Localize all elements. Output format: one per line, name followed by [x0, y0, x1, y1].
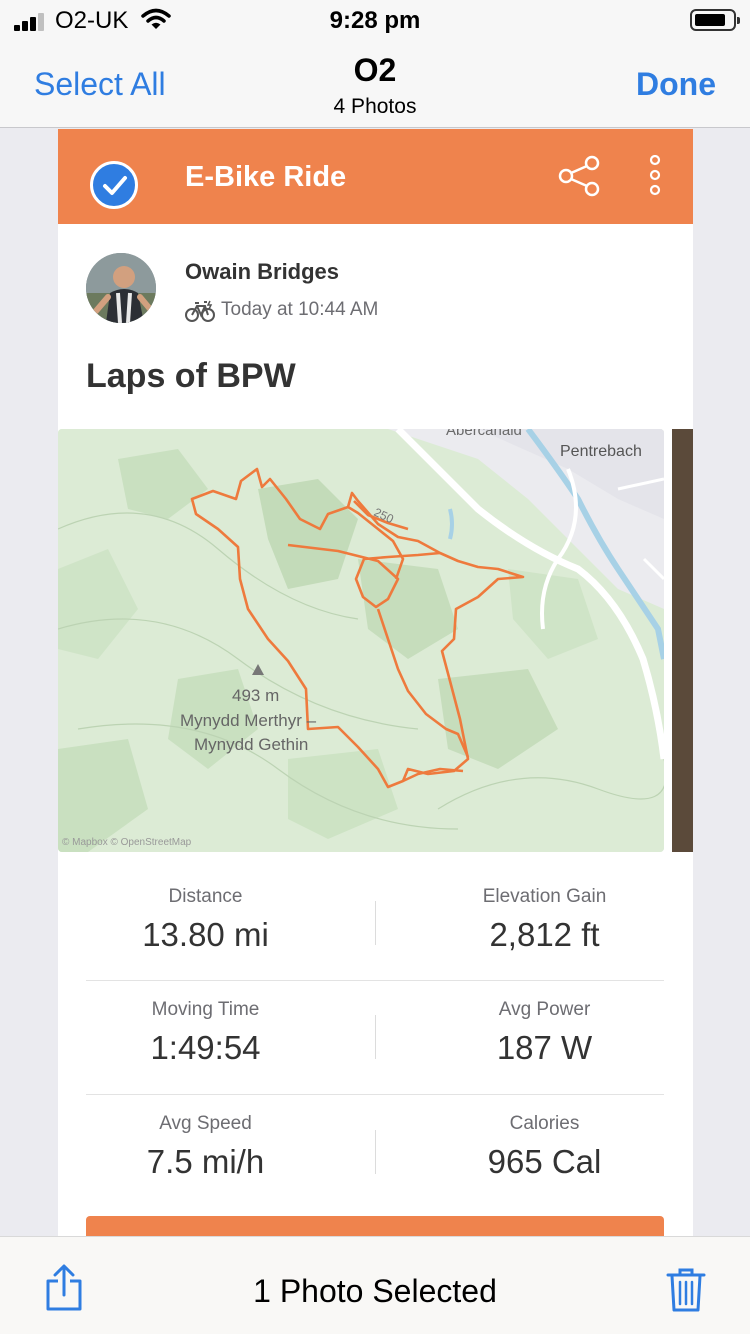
- route-map[interactable]: Abercanaid Pentrebach 493 m Mynydd Merth…: [58, 429, 664, 852]
- activity-time: Today at 10:44 AM: [221, 299, 379, 320]
- map-label-town: Pentrebach: [560, 443, 642, 460]
- done-button[interactable]: Done: [636, 66, 716, 103]
- stat-moving-time: Moving Time 1:49:54: [58, 999, 353, 1067]
- map-label-elevation: 493 m: [232, 686, 279, 705]
- map-label-peak: Mynydd Merthyr –: [180, 711, 317, 730]
- stat-elevation-gain: Elevation Gain 2,812 ft: [397, 886, 692, 954]
- more-vertical-icon[interactable]: [648, 155, 662, 197]
- status-bar: O2-UK 9:28 pm: [0, 0, 750, 40]
- stat-value: 187 W: [496, 1029, 593, 1066]
- status-time: 9:28 pm: [329, 7, 421, 34]
- stat-label: Avg Power: [498, 999, 591, 1020]
- battery-icon: [690, 9, 740, 31]
- bike-icon: [185, 300, 215, 322]
- stat-value: 1:49:54: [150, 1029, 261, 1066]
- selected-photo[interactable]: E-Bike Ride Owain Bridges Today at 10:44…: [58, 129, 693, 1239]
- stat-label: Avg Speed: [159, 1113, 252, 1134]
- stat-divider: [375, 901, 376, 945]
- stat-label: Calories: [509, 1113, 580, 1134]
- selection-count-label: 1 Photo Selected: [253, 1273, 497, 1309]
- stat-avg-power: Avg Power 187 W: [397, 999, 692, 1067]
- activity-name: Laps of BPW: [86, 357, 296, 395]
- athlete-name[interactable]: Owain Bridges: [185, 259, 339, 285]
- stat-label: Moving Time: [151, 999, 260, 1020]
- stat-divider: [375, 1015, 376, 1059]
- stat-distance: Distance 13.80 mi: [58, 886, 353, 954]
- activity-header: E-Bike Ride: [58, 129, 693, 224]
- map-label-peak: Mynydd Gethin: [194, 735, 308, 754]
- row-divider: [86, 1094, 664, 1095]
- stat-divider: [375, 1130, 376, 1174]
- navigation-bar: Select All O2 4 Photos Done: [0, 40, 750, 128]
- map-attribution: © Mapbox © OpenStreetMap: [62, 837, 192, 848]
- stat-avg-speed: Avg Speed 7.5 mi/h: [58, 1113, 353, 1181]
- share-icon[interactable]: [558, 155, 600, 197]
- row-divider: [86, 980, 664, 981]
- checkmark-icon: [103, 176, 127, 195]
- stat-label: Distance: [168, 886, 243, 907]
- next-photo-preview: [672, 429, 693, 852]
- stat-value: 965 Cal: [487, 1143, 602, 1180]
- activity-type-title: E-Bike Ride: [185, 161, 347, 193]
- trash-icon[interactable]: [666, 1267, 706, 1313]
- stat-calories: Calories 965 Cal: [397, 1113, 692, 1181]
- selection-checkmark[interactable]: [90, 161, 138, 209]
- map-label-town: Abercanaid: [446, 429, 522, 439]
- bottom-toolbar: 1 Photo Selected: [0, 1236, 750, 1334]
- avatar[interactable]: [86, 253, 156, 323]
- stat-value: 2,812 ft: [489, 916, 600, 953]
- stat-value: 13.80 mi: [142, 916, 269, 953]
- stat-label: Elevation Gain: [482, 886, 607, 907]
- stat-value: 7.5 mi/h: [146, 1143, 265, 1180]
- map-canvas: Abercanaid Pentrebach 493 m Mynydd Merth…: [58, 429, 664, 852]
